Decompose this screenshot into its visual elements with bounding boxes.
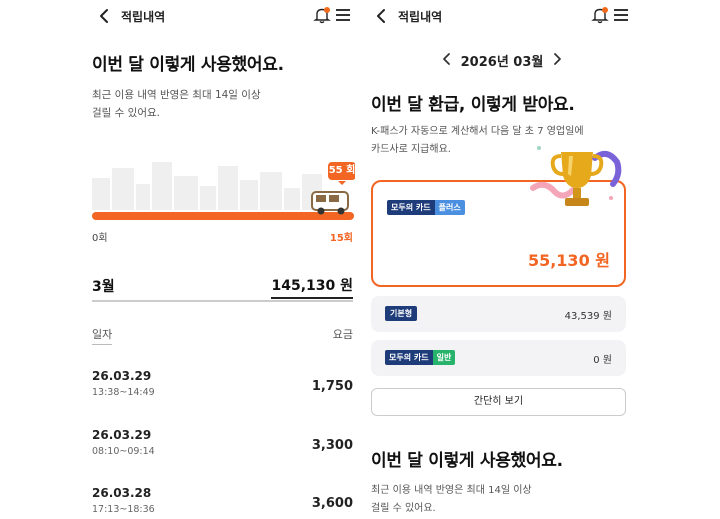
- usage-notice: 최근 이용 내역 반영은 최대 14일 이상 걸릴 수 있어요.: [92, 89, 261, 119]
- chevron-left-icon: [100, 9, 108, 23]
- row-time: 17:13~18:36: [92, 504, 155, 515]
- date-column-header[interactable]: 일자: [92, 326, 113, 345]
- month-nav-label: 2026년 03월: [460, 55, 544, 70]
- menu-button[interactable]: [613, 7, 629, 23]
- hamburger-menu-icon: [614, 9, 628, 11]
- general-refund-row: 모두의 카드 일반 0 원: [371, 340, 626, 376]
- card-plus-badge: 모두의 카드 플러스: [387, 200, 465, 215]
- refund-screen: 적립내역 2026년 03월 이번 달 환급, 이렇게 받아요. K-패스가 자…: [365, 0, 633, 519]
- row-date: 26.03.28: [92, 486, 152, 500]
- row-time: 13:38~14:49: [92, 387, 155, 398]
- row-time: 08:10~09:14: [92, 446, 155, 457]
- row-date: 26.03.29: [92, 369, 152, 383]
- menu-button[interactable]: [335, 7, 351, 23]
- notification-button[interactable]: [313, 6, 331, 24]
- page-title: 적립내역: [398, 10, 443, 24]
- top-bar: 적립내역: [88, 0, 355, 32]
- usage-notice-secondary: 최근 이용 내역 반영은 최대 14일 이상 걸릴 수 있어요.: [371, 485, 532, 514]
- row-fee: 3,300: [311, 438, 353, 453]
- usage-headline-secondary: 이번 달 이렇게 사용했어요.: [371, 451, 563, 471]
- basic-refund-row: 기본형 43,539 원: [371, 296, 626, 332]
- screenshot-stage: 적립내역 이번 달 이렇게 사용했어요. 최근 이용 내역 반영은 최대 14일…: [0, 0, 720, 519]
- basic-badge: 기본형: [385, 306, 418, 321]
- simple-view-button[interactable]: 간단히 보기: [371, 388, 626, 416]
- prev-month-button[interactable]: [439, 50, 455, 68]
- back-button[interactable]: [96, 7, 114, 25]
- next-month-button[interactable]: [549, 50, 565, 68]
- chevron-left-icon: [377, 9, 385, 23]
- notification-button[interactable]: [591, 6, 609, 24]
- month-total: 145,130 원: [271, 275, 353, 299]
- refund-headline: 이번 달 환급, 이렇게 받아요.: [371, 95, 575, 115]
- progress-min-label: 0회: [92, 233, 108, 244]
- usage-count-badge: 55 회: [328, 162, 355, 185]
- general-refund-value: 0 원: [593, 355, 612, 366]
- chevron-right-icon: [554, 53, 561, 65]
- bus-icon: [311, 191, 349, 215]
- usage-history-screen: 적립내역 이번 달 이렇게 사용했어요. 최근 이용 내역 반영은 최대 14일…: [88, 0, 355, 519]
- usage-headline: 이번 달 이렇게 사용했어요.: [92, 55, 284, 75]
- row-fee: 3,600: [311, 496, 353, 511]
- notification-dot: [602, 7, 608, 13]
- table-header: 일자 요금: [92, 326, 353, 346]
- row-fee: 1,750: [311, 379, 353, 394]
- table-row[interactable]: 26.03.28 17:13~18:36 3,600: [92, 486, 353, 519]
- top-bar: 적립내역: [365, 0, 633, 32]
- basic-refund-value: 43,539 원: [564, 311, 612, 322]
- back-button[interactable]: [373, 7, 391, 25]
- card-general-badge: 모두의 카드 일반: [385, 350, 456, 365]
- month-navigator: 2026년 03월: [365, 50, 633, 70]
- table-row[interactable]: 26.03.29 08:10~09:14 3,300: [92, 428, 353, 472]
- month-label: 3월: [92, 279, 115, 295]
- hamburger-menu-icon: [336, 9, 350, 11]
- fee-column-header: 요금: [332, 328, 353, 341]
- notification-dot: [324, 7, 330, 13]
- table-row[interactable]: 26.03.29 13:38~14:49 1,750: [92, 369, 353, 413]
- month-summary: 3월 145,130 원: [92, 272, 353, 302]
- row-date: 26.03.29: [92, 428, 152, 442]
- refund-amount: 55,130 원: [527, 251, 610, 270]
- progress-max-label: 15회: [329, 233, 353, 244]
- page-title: 적립내역: [121, 10, 166, 24]
- trophy-icon: [530, 146, 622, 206]
- chevron-left-icon: [443, 53, 450, 65]
